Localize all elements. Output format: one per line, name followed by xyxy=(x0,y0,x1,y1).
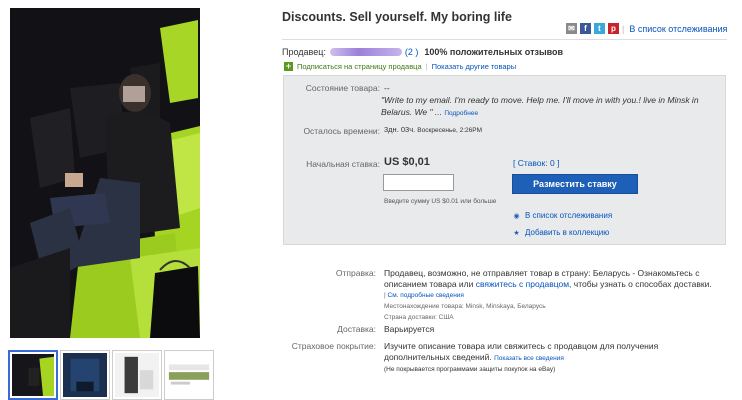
description-text: "Write to my email. I'm ready to move. H… xyxy=(381,95,699,117)
listing-page: Discounts. Sell yourself. My boring life… xyxy=(0,0,742,400)
delivery-value: Варьируется xyxy=(384,324,435,334)
shipping-details: | См. подробные сведения xyxy=(384,290,724,301)
thumbnail-1[interactable] xyxy=(8,350,58,400)
delivery-label: Доставка: xyxy=(337,324,376,334)
thumbnail-2-image xyxy=(63,353,107,397)
time-remaining: 3дн. 03ч. xyxy=(384,125,416,134)
shipping-label: Отправка: xyxy=(335,268,376,278)
more-link[interactable]: Подробнее xyxy=(444,110,478,117)
thumbnail-3[interactable] xyxy=(112,350,162,400)
ships-to: Страна доставки: США xyxy=(384,314,454,321)
insurance-label: Страховое покрытие: xyxy=(291,341,376,351)
shipping-text-after: чтобы узнать о способах доставки. xyxy=(573,279,712,289)
bid-count-link[interactable]: [ Ставок: 0 ] xyxy=(513,158,559,168)
twitter-icon[interactable]: t xyxy=(594,23,605,34)
thumbnail-3-image xyxy=(115,353,159,397)
eye-icon: ◉ xyxy=(513,212,520,220)
header-watch-link[interactable]: В список отслеживания xyxy=(629,24,727,34)
seller-actions: + Подписаться на страницу продавца | Пок… xyxy=(284,62,516,71)
watch-action[interactable]: ◉ В список отслеживания xyxy=(513,211,612,220)
collection-action-label: Добавить в коллекцию xyxy=(525,228,610,237)
item-title: Discounts. Sell yourself. My boring life xyxy=(282,10,512,24)
divider: | xyxy=(622,23,625,34)
seller-label: Продавец: xyxy=(282,47,326,57)
watch-action-label: В список отслеживания xyxy=(525,211,613,220)
time-left-value: 3дн. 03ч. Воскресенье, 2:26PM xyxy=(384,125,482,134)
thumbnail-4[interactable] xyxy=(164,350,214,400)
share-bar: ✉ f t p | В список отслеживания xyxy=(566,23,727,34)
thumbnail-4-image xyxy=(167,353,211,397)
thumbnail-2[interactable] xyxy=(60,350,110,400)
condition-label: Состояние товара: xyxy=(305,83,380,93)
price: US $0,01 xyxy=(384,156,430,168)
divider: | xyxy=(425,62,428,71)
pinterest-icon[interactable]: p xyxy=(608,23,619,34)
contact-seller-link[interactable]: свяжитесь с продавцом, xyxy=(476,279,572,289)
seller-info: Продавец: (2 ) 100% положительных отзыво… xyxy=(282,47,563,57)
bid-panel: Состояние товара: -- "Write to my email.… xyxy=(283,75,726,245)
other-items-link[interactable]: Показать другие товары xyxy=(432,62,517,71)
positive-feedback: 100% положительных отзывов xyxy=(424,47,564,57)
item-location: Местонахождение товара: Minsk, Minskaya,… xyxy=(384,303,546,310)
star-icon: ★ xyxy=(513,229,520,237)
shipping-info: Продавец, возможно, не отправляет товар … xyxy=(384,268,724,323)
title-divider xyxy=(282,39,727,40)
end-time: Воскресенье, 2:26PM xyxy=(417,127,483,134)
bid-hint: Введите сумму US $0.01 или больше xyxy=(384,198,497,205)
start-bid-label: Начальная ставка: xyxy=(306,159,380,169)
insurance-info: Изучите описание товара или свяжитесь с … xyxy=(384,341,724,375)
time-left-label: Осталось времени: xyxy=(303,126,380,136)
facebook-icon[interactable]: f xyxy=(580,23,591,34)
main-photo[interactable] xyxy=(10,8,200,338)
item-description: "Write to my email. I'm ready to move. H… xyxy=(381,95,699,117)
mail-icon[interactable]: ✉ xyxy=(566,23,577,34)
show-all-link[interactable]: Показать все сведения xyxy=(494,355,564,362)
plus-icon: + xyxy=(284,61,293,71)
thumbnail-1-image xyxy=(12,354,54,396)
bid-amount-input[interactable] xyxy=(383,174,454,191)
subscribe-link[interactable]: Подписаться на страницу продавца xyxy=(297,62,422,71)
place-bid-button[interactable]: Разместить ставку xyxy=(512,174,638,194)
feedback-count[interactable]: (2 ) xyxy=(405,47,419,57)
cinema-seat-photo xyxy=(10,8,200,338)
ebay-protection-note: (Не покрывается программами защиты покуп… xyxy=(384,366,556,373)
seller-name-redacted[interactable] xyxy=(329,48,402,56)
details-link[interactable]: См. подробные сведения xyxy=(388,292,464,299)
collection-action[interactable]: ★ Добавить в коллекцию xyxy=(513,228,609,237)
condition-value: -- xyxy=(384,83,390,93)
thumbnail-strip xyxy=(8,350,214,400)
